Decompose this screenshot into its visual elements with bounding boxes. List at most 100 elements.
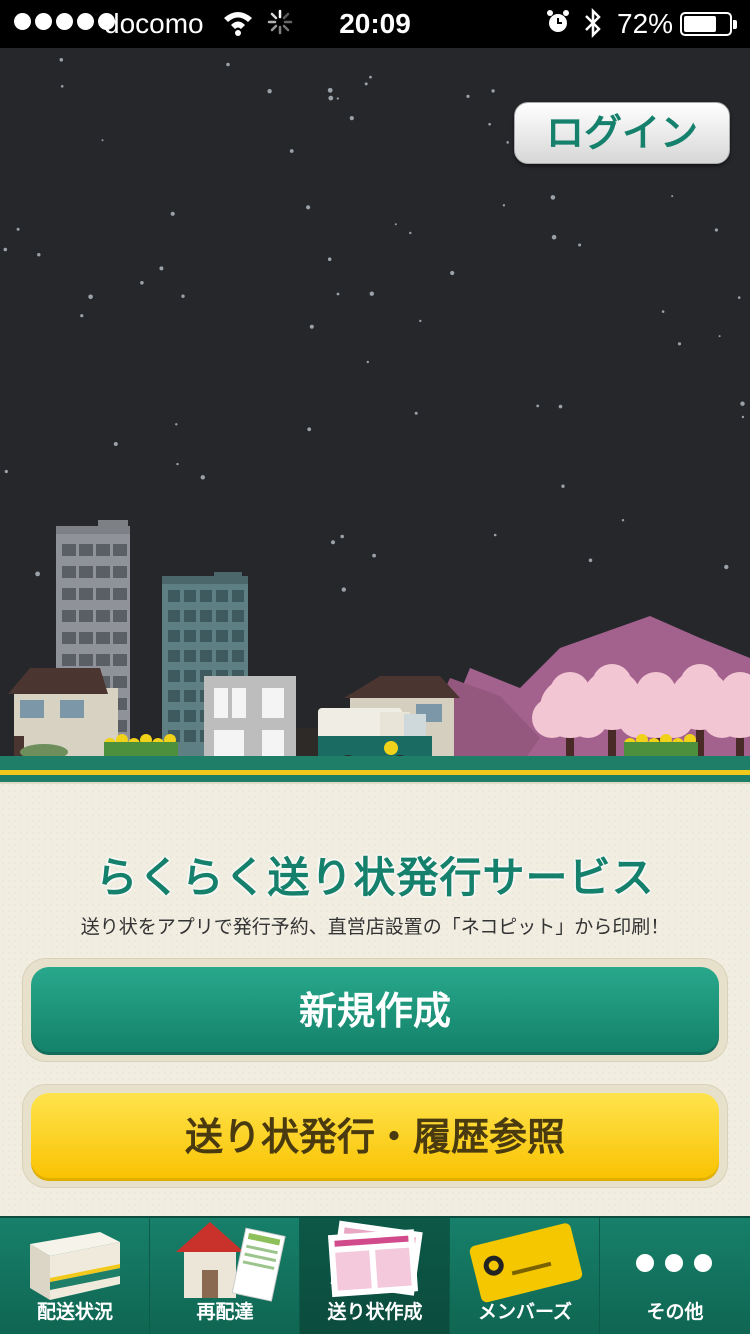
- star: [372, 553, 376, 558]
- login-button[interactable]: ログイン: [514, 102, 730, 164]
- star: [16, 227, 20, 231]
- tab-members[interactable]: メンバーズ: [450, 1218, 600, 1334]
- tab-redelivery[interactable]: 再配達: [150, 1218, 300, 1334]
- star: [35, 571, 40, 577]
- tab-label: メンバーズ: [477, 1301, 573, 1323]
- building-window: [79, 654, 93, 666]
- building-window: [113, 566, 127, 578]
- star: [307, 427, 312, 432]
- building-window: [96, 610, 110, 622]
- star: [60, 85, 64, 88]
- building-window: [168, 590, 180, 602]
- star: [561, 484, 565, 488]
- more-dots-icon: [636, 1254, 712, 1272]
- star: [364, 82, 368, 86]
- building-window: [79, 632, 93, 644]
- issue-history-button[interactable]: 送り状発行・履歴参照: [31, 1093, 719, 1181]
- building-window: [113, 654, 127, 666]
- star: [369, 75, 372, 79]
- building-window: [113, 676, 127, 688]
- building-window: [232, 630, 244, 642]
- star: [331, 540, 335, 545]
- star: [714, 228, 719, 232]
- building-window: [79, 588, 93, 600]
- star: [113, 442, 118, 446]
- star: [671, 195, 674, 198]
- building-window: [62, 566, 76, 578]
- divider: [0, 782, 750, 784]
- star: [170, 211, 175, 216]
- tab-label: 送り状作成: [327, 1301, 423, 1323]
- building-window: [113, 632, 127, 644]
- building-window: [62, 610, 76, 622]
- star: [176, 462, 179, 466]
- star: [267, 89, 272, 94]
- star: [159, 266, 164, 271]
- star: [661, 310, 665, 313]
- tab-more[interactable]: その他: [600, 1218, 750, 1334]
- building-window: [62, 544, 76, 556]
- star: [327, 257, 332, 261]
- building-window: [168, 690, 180, 702]
- building-window: [184, 650, 196, 662]
- star: [341, 587, 346, 592]
- star: [409, 231, 412, 235]
- building-window: [96, 566, 110, 578]
- building-window: [96, 544, 110, 556]
- star: [327, 87, 333, 93]
- building-window: [184, 710, 196, 722]
- star: [175, 423, 178, 426]
- building-window: [168, 710, 180, 722]
- new-create-button[interactable]: 新規作成: [31, 967, 719, 1055]
- house-icon: [176, 1222, 286, 1302]
- new-button-frame: 新規作成: [22, 958, 728, 1062]
- tab-create-label[interactable]: 送り状作成: [300, 1218, 450, 1334]
- building-window: [232, 650, 244, 662]
- tab-bar: 配送状況 再配達 送り状作成 メンバーズ その他: [0, 1216, 750, 1334]
- building-window: [184, 610, 196, 622]
- star: [80, 314, 84, 318]
- star: [419, 319, 422, 323]
- star: [200, 475, 205, 480]
- star: [369, 291, 374, 296]
- building-window: [184, 690, 196, 702]
- battery-percent: 72%: [617, 8, 674, 39]
- star: [309, 324, 314, 329]
- building-window: [62, 632, 76, 644]
- alarm-icon: [545, 8, 571, 43]
- bluetooth-icon: [582, 7, 604, 45]
- building-window: [184, 630, 196, 642]
- building-window: [232, 590, 244, 602]
- building-window: [79, 544, 93, 556]
- star: [506, 141, 510, 144]
- star: [741, 415, 745, 419]
- main-panel: らくらく送り状発行サービス 送り状をアプリで発行予約、直営店設置の「ネコピット」…: [0, 782, 750, 1216]
- star: [181, 294, 185, 298]
- star: [289, 149, 294, 153]
- star: [340, 534, 345, 539]
- member-card-icon: [469, 1223, 583, 1303]
- star: [336, 292, 340, 296]
- building-window: [200, 610, 212, 622]
- building-window: [216, 630, 228, 642]
- star: [328, 95, 334, 101]
- star: [551, 234, 557, 240]
- building-window: [79, 566, 93, 578]
- tab-delivery-status[interactable]: 配送状況: [0, 1218, 150, 1334]
- star: [578, 243, 582, 247]
- star: [450, 270, 455, 276]
- star: [226, 62, 230, 67]
- star: [366, 360, 369, 364]
- star: [588, 558, 593, 563]
- building-window: [96, 632, 110, 644]
- building-window: [168, 670, 180, 682]
- building-window: [113, 588, 127, 600]
- history-button-frame: 送り状発行・履歴参照: [22, 1084, 728, 1188]
- building-window: [200, 590, 212, 602]
- star: [466, 94, 470, 98]
- building-window: [113, 544, 127, 556]
- star: [491, 89, 495, 93]
- star: [718, 335, 721, 338]
- star: [621, 519, 625, 522]
- building-window: [184, 670, 196, 682]
